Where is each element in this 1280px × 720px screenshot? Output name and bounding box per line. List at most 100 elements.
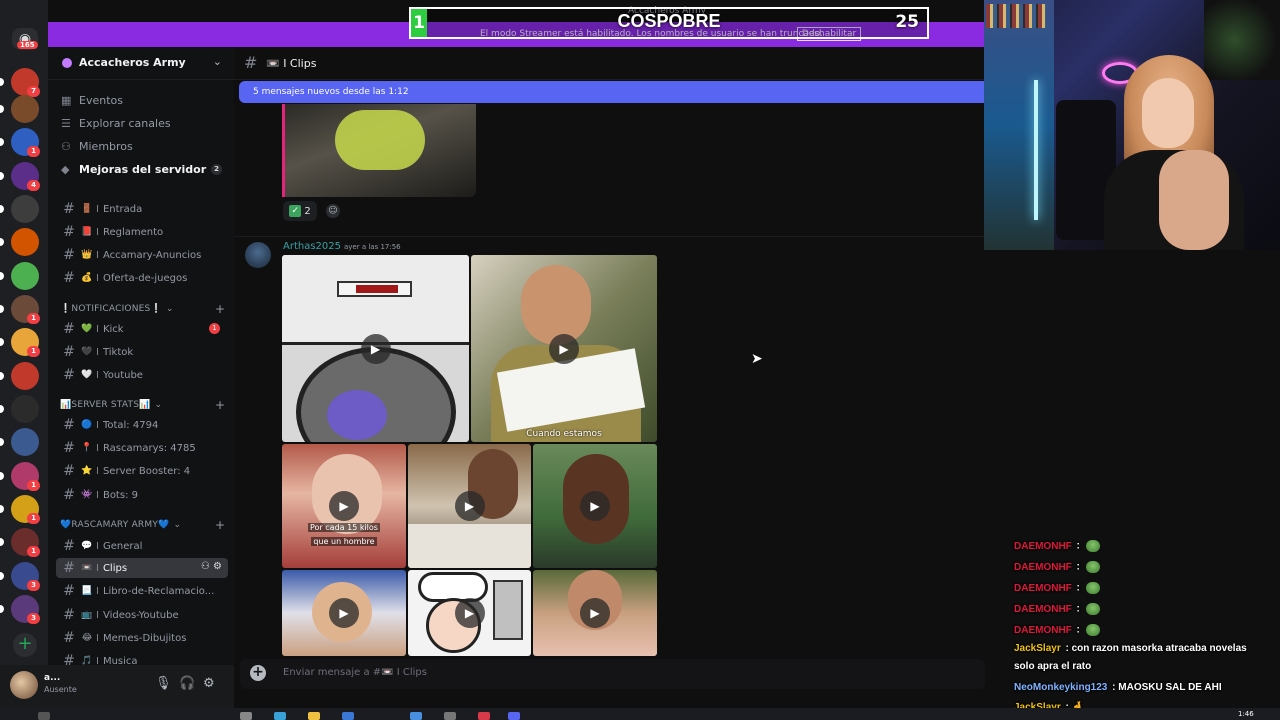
channel-emoji: 🎵 <box>81 656 93 665</box>
channel-separator: I <box>96 655 99 666</box>
chat-username: DAEMONHF <box>1014 540 1072 552</box>
streamer-face <box>1142 78 1194 148</box>
channel-separator: I <box>96 585 99 597</box>
video-attachment[interactable]: ▶ Cuando estamos <box>471 255 657 442</box>
server-icon[interactable] <box>11 262 39 290</box>
play-icon[interactable]: ▶ <box>454 598 485 628</box>
nav-server-boosts[interactable]: ◆ Mejoras del servidor <box>61 160 206 178</box>
channel-oferta-de-juegos[interactable]: # 💰 I Oferta-de-juegos <box>56 268 228 288</box>
category-notificaciones[interactable]: ❕NOTIFICACIONES❕ ⌄ + <box>60 302 225 316</box>
channel-rascamarys-4785[interactable]: # 📍 I Rascamarys: 4785 <box>56 438 228 458</box>
channel-general[interactable]: # 💬 I General <box>56 536 228 556</box>
server-icon[interactable] <box>11 195 39 223</box>
dm-unread-badge: 165 <box>17 41 38 49</box>
app-icon[interactable] <box>410 712 422 720</box>
nav-browse-channels[interactable]: ☰ Explorar canales <box>61 114 171 132</box>
channel-reglamento[interactable]: # 📕 I Reglamento <box>56 222 228 242</box>
play-icon[interactable]: ▶ <box>580 598 610 628</box>
add-channel-icon[interactable]: + <box>215 518 225 532</box>
members-icon: ⚇ <box>61 139 71 153</box>
headphones-icon[interactable]: 🎧 <box>179 676 195 691</box>
screen: ◉ 165 7141111133 + Accacheros Army El mo… <box>0 0 1280 720</box>
play-icon[interactable]: ▶ <box>549 333 579 364</box>
server-icon[interactable] <box>11 95 39 123</box>
category-label: 💙RASCAMARY ARMY💙 <box>60 520 170 530</box>
channel-memes-dibujitos[interactable]: # 😂 I Memes-Dibujitos <box>56 628 228 648</box>
category-server-stats[interactable]: 📊SERVER STATS📊 ⌄ + <box>60 398 225 412</box>
video-attachment[interactable]: Por cada 15 kilos que un hombre ▶ <box>282 444 406 568</box>
channel-entrada[interactable]: # 🚪 I Entrada <box>56 199 228 219</box>
pot <box>493 580 523 640</box>
channel-libro-de-reclamacio-[interactable]: # 📃 I Libro-de-Reclamacio... <box>56 581 228 601</box>
message-composer[interactable]: + Enviar mensaje a #📼 I Clips <box>240 659 985 689</box>
edge-icon[interactable] <box>274 712 286 720</box>
category-label: ❕NOTIFICACIONES❕ <box>60 304 162 314</box>
search-icon[interactable] <box>38 712 50 720</box>
channel-sidebar: Accacheros Army ⌄ ▦ Eventos ☰ Explorar can… <box>48 47 234 665</box>
discord-taskbar-icon[interactable] <box>508 712 520 720</box>
channel-clips[interactable]: # 📼 I Clips ⚇ ⚙ <box>56 558 228 578</box>
play-icon[interactable]: ▶ <box>454 491 485 521</box>
channel-separator: I <box>96 489 99 501</box>
folder-icon[interactable] <box>308 712 320 720</box>
app-icon[interactable] <box>478 712 490 720</box>
settings-gear-icon[interactable]: ⚙ <box>203 676 215 691</box>
channel-server-booster-4[interactable]: # ⭐ I Server Booster: 4 <box>56 461 228 481</box>
server-icon[interactable] <box>11 428 39 456</box>
message-author[interactable]: Arthas2025 <box>283 241 341 252</box>
channel-accamary-anuncios[interactable]: # 👑 I Accamary-Anuncios <box>56 245 228 265</box>
video-attachment[interactable]: ▶ <box>408 570 531 656</box>
video-attachment[interactable]: ▶ <box>282 255 469 442</box>
channel-emoji: 📼 <box>81 563 93 573</box>
video-attachment[interactable]: ▶ <box>533 444 657 568</box>
reaction-check[interactable]: ✓ 2 <box>283 201 317 221</box>
server-header[interactable]: Accacheros Army ⌄ <box>48 47 234 80</box>
channel-kick[interactable]: # 💚 I Kick 1 <box>56 319 228 339</box>
play-icon[interactable]: ▶ <box>329 491 359 521</box>
channel-separator: I <box>96 562 99 574</box>
server-icon[interactable] <box>11 228 39 256</box>
nav-members[interactable]: ⚇ Miembros <box>61 137 133 155</box>
video-attachment[interactable]: ▶ <box>408 444 531 568</box>
stream-chat-message: solo apra el rato <box>1014 661 1091 672</box>
channel-videos-youtube[interactable]: # 📺 I Videos-Youtube <box>56 605 228 625</box>
channel-emoji: ⭐ <box>81 466 93 476</box>
add-reaction-icon[interactable]: ☺ <box>326 204 340 218</box>
server-icon[interactable] <box>11 362 39 390</box>
channel-emoji: 🚪 <box>81 204 93 214</box>
server-icon[interactable] <box>11 395 39 423</box>
add-channel-icon[interactable]: + <box>215 398 225 412</box>
channel-bots-9[interactable]: # 👾 I Bots: 9 <box>56 485 228 505</box>
previous-message-image[interactable] <box>282 104 476 197</box>
video-attachment[interactable]: ▶ <box>282 570 406 656</box>
nav-events[interactable]: ▦ Eventos <box>61 91 123 109</box>
store-icon[interactable] <box>342 712 354 720</box>
new-messages-bar[interactable]: 5 mensajes nuevos desde las 1:12 <box>239 81 984 103</box>
avatar[interactable] <box>10 671 38 699</box>
nav-label: Miembros <box>79 139 133 153</box>
app-icon[interactable] <box>444 712 456 720</box>
chevron-down-icon: ⌄ <box>165 304 174 314</box>
chat-separator: : <box>1073 624 1083 636</box>
add-server-button[interactable]: + <box>13 633 37 657</box>
play-icon[interactable]: ▶ <box>360 333 391 364</box>
microphone-icon[interactable]: 🎙 <box>155 676 172 691</box>
channel-settings-gear-icon[interactable]: ⚙ <box>213 561 222 572</box>
add-channel-icon[interactable]: + <box>215 302 225 316</box>
channel-label: Total: 4794 <box>102 419 159 431</box>
chat-text: con razon masorka atracaba novelas <box>1071 643 1247 654</box>
server-boost-icon <box>62 58 72 68</box>
category-rascamary-army[interactable]: 💙RASCAMARY ARMY💙 ⌄ + <box>60 518 225 532</box>
attach-plus-icon[interactable]: + <box>250 665 266 681</box>
channel-youtube[interactable]: # 🤍 I Youtube <box>56 365 228 385</box>
video-attachment[interactable]: ▶ <box>533 570 657 656</box>
channel-total-4794[interactable]: # 🔵 I Total: 4794 <box>56 415 228 435</box>
channel-musica[interactable]: # 🎵 I Musica <box>56 651 228 665</box>
play-icon[interactable]: ▶ <box>580 491 610 521</box>
hash-icon: # <box>63 630 75 646</box>
channel-tiktok[interactable]: # 🖤 I Tiktok <box>56 342 228 362</box>
task-view-icon[interactable] <box>240 712 252 720</box>
author-avatar[interactable] <box>245 242 271 268</box>
play-icon[interactable]: ▶ <box>329 598 359 628</box>
add-member-icon[interactable]: ⚇ <box>201 561 210 572</box>
